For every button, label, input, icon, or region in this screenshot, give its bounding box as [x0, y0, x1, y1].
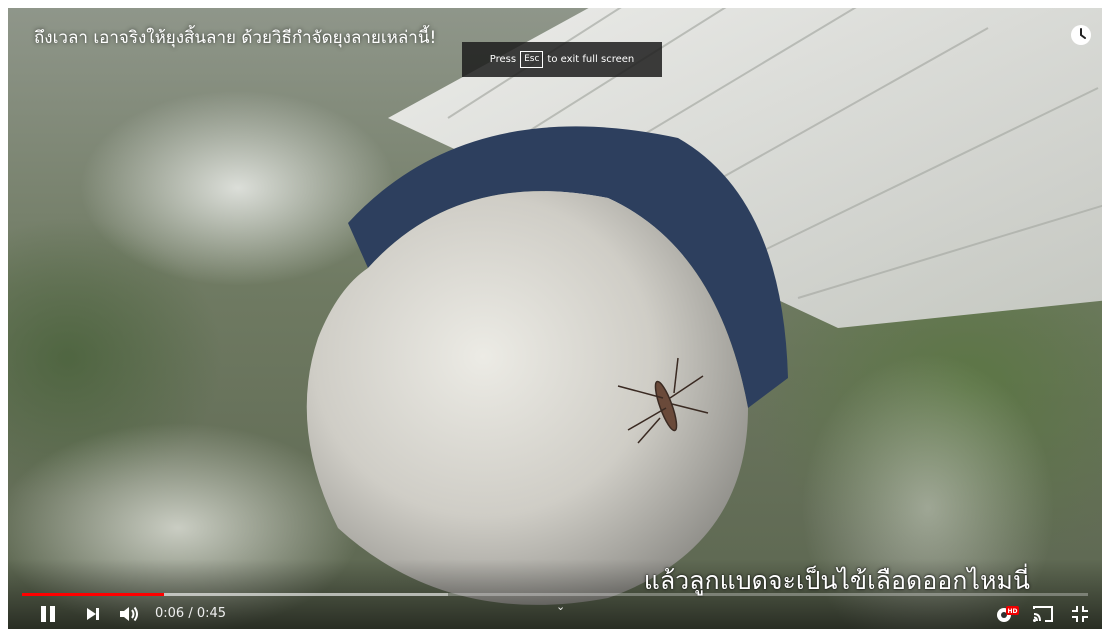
pause-button[interactable] — [36, 600, 60, 628]
exit-fullscreen-icon — [1072, 606, 1088, 622]
exit-fullscreen-button[interactable] — [1068, 600, 1092, 628]
time-display: 0:06 / 0:45 — [155, 606, 227, 621]
chevron-down-icon[interactable]: ⌄ — [556, 600, 565, 613]
next-icon — [87, 608, 99, 620]
video-player[interactable]: ถึงเวลา เอาจริงให้ยุงสิ้นลาย ด้วยวิธีกำจ… — [8, 8, 1102, 629]
toast-press-text: Press — [489, 54, 517, 65]
hd-badge: HD — [1007, 608, 1017, 615]
volume-icon — [120, 606, 138, 622]
toast-message: to exit full screen — [547, 54, 635, 65]
cast-icon — [1033, 606, 1053, 622]
clock-icon[interactable] — [1070, 24, 1092, 46]
cast-button[interactable] — [1030, 600, 1056, 628]
shuttlecock-cork — [306, 126, 788, 605]
progress-bar[interactable] — [22, 593, 1088, 596]
settings-icon: HD — [997, 606, 1019, 622]
next-button[interactable] — [82, 600, 104, 628]
esc-key: Esc — [520, 51, 544, 68]
video-title[interactable]: ถึงเวลา เอาจริงให้ยุงสิ้นลาย ด้วยวิธีกำจ… — [34, 24, 436, 51]
volume-button[interactable] — [118, 600, 142, 628]
player-controls: 0:06 / 0:45 ⌄ HD — [8, 600, 1102, 628]
fullscreen-exit-toast: Press Esc to exit full screen — [462, 42, 662, 77]
pause-icon — [41, 606, 55, 622]
settings-button[interactable]: HD — [993, 600, 1021, 628]
played-bar — [22, 593, 164, 596]
